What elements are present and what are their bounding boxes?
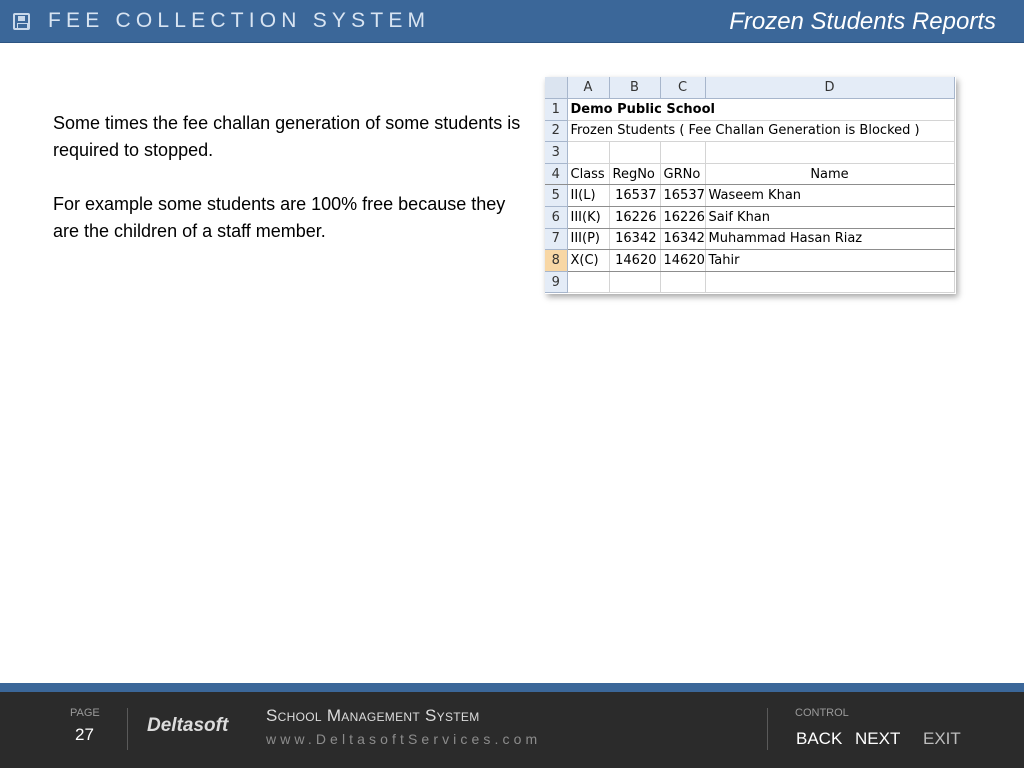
class-cell: X(C) xyxy=(567,249,610,272)
regno-cell: 14620 xyxy=(609,249,661,272)
table-row: 6 III(K) 16226 16226 Saif Khan xyxy=(545,206,955,229)
name-cell: Saif Khan xyxy=(705,206,955,229)
sheet-row-4: 4 Class RegNo GRNo Name xyxy=(545,163,955,186)
row-header-7: 7 xyxy=(545,228,568,251)
report-title-cell: Frozen Students ( Fee Challan Generation… xyxy=(567,120,955,143)
class-cell: III(K) xyxy=(567,206,610,229)
empty-cell xyxy=(660,141,706,164)
sheet-row-3: 3 xyxy=(545,141,955,164)
grno-cell: 14620 xyxy=(660,249,706,272)
app-title: FEE COLLECTION SYSTEM xyxy=(48,9,431,32)
paragraph-example: For example some students are 100% free … xyxy=(53,194,506,241)
column-header-c: C xyxy=(660,77,706,100)
control-label: CONTROL xyxy=(795,707,849,719)
row-header-4: 4 xyxy=(545,163,568,186)
empty-cell xyxy=(609,141,661,164)
table-row: 8 X(C) 14620 14620 Tahir xyxy=(545,249,955,272)
sheet-row-9: 9 xyxy=(545,271,955,294)
school-name-cell: Demo Public School xyxy=(567,98,955,121)
page-label: PAGE xyxy=(70,707,100,719)
website-url: www.DeltasoftServices.com xyxy=(266,731,542,747)
header-regno-cell: RegNo xyxy=(609,163,661,186)
grno-cell: 16226 xyxy=(660,206,706,229)
table-row: 5 II(L) 16537 16537 Waseem Khan xyxy=(545,184,955,208)
row-header-2: 2 xyxy=(545,120,568,143)
header-bar: FEE COLLECTION SYSTEM Frozen Students Re… xyxy=(0,0,1024,43)
floppy-disk-icon xyxy=(13,13,30,30)
back-button[interactable]: BACK xyxy=(796,729,842,749)
name-cell: Tahir xyxy=(705,249,955,272)
empty-cell xyxy=(567,271,610,294)
spreadsheet-grid: A B C D 1 Demo Public School 2 Frozen St… xyxy=(545,77,955,294)
empty-cell xyxy=(705,271,955,294)
column-header-row: A B C D xyxy=(545,77,955,100)
select-all-corner xyxy=(545,77,568,100)
column-header-b: B xyxy=(609,77,661,100)
row-header-3: 3 xyxy=(545,141,568,164)
sheet-row-1: 1 Demo Public School xyxy=(545,98,955,121)
empty-cell xyxy=(609,271,661,294)
grno-cell: 16537 xyxy=(660,184,706,208)
header-grno-cell: GRNo xyxy=(660,163,706,186)
header-name-cell: Name xyxy=(705,163,955,186)
name-cell: Muhammad Hasan Riaz xyxy=(705,228,955,251)
class-cell: II(L) xyxy=(567,184,610,208)
footer-divider xyxy=(127,708,128,750)
regno-cell: 16537 xyxy=(609,184,661,208)
row-header-5: 5 xyxy=(545,184,568,208)
regno-cell: 16342 xyxy=(609,228,661,251)
empty-cell xyxy=(567,141,610,164)
class-cell: III(P) xyxy=(567,228,610,251)
grno-cell: 16342 xyxy=(660,228,706,251)
table-row: 7 III(P) 16342 16342 Muhammad Hasan Riaz xyxy=(545,228,955,251)
row-header-8-selected: 8 xyxy=(545,249,568,272)
row-header-9: 9 xyxy=(545,271,568,294)
paragraph-intro: Some times the fee challan generation of… xyxy=(53,113,521,160)
empty-cell xyxy=(660,271,706,294)
slide-content: Some times the fee challan generation of… xyxy=(53,110,523,272)
row-header-6: 6 xyxy=(545,206,568,229)
footer-accent-strip xyxy=(0,683,1024,692)
name-cell: Waseem Khan xyxy=(705,184,955,208)
sheet-row-2: 2 Frozen Students ( Fee Challan Generati… xyxy=(545,120,955,143)
exit-button[interactable]: EXIT xyxy=(923,729,961,749)
page-number: 27 xyxy=(75,725,94,744)
row-header-1: 1 xyxy=(545,98,568,121)
slide-title: Frozen Students Reports xyxy=(729,8,996,35)
footer-bar: PAGE 27 Deltasoft School Management Syst… xyxy=(0,692,1024,768)
next-button[interactable]: NEXT xyxy=(855,729,900,749)
column-header-d: D xyxy=(705,77,955,100)
brand-logo: Deltasoft xyxy=(147,715,229,736)
empty-cell xyxy=(705,141,955,164)
footer-divider xyxy=(767,708,768,750)
spreadsheet-screenshot: A B C D 1 Demo Public School 2 Frozen St… xyxy=(545,77,956,294)
regno-cell: 16226 xyxy=(609,206,661,229)
header-class-cell: Class xyxy=(567,163,610,186)
column-header-a: A xyxy=(567,77,610,100)
system-name: School Management System xyxy=(266,706,480,725)
